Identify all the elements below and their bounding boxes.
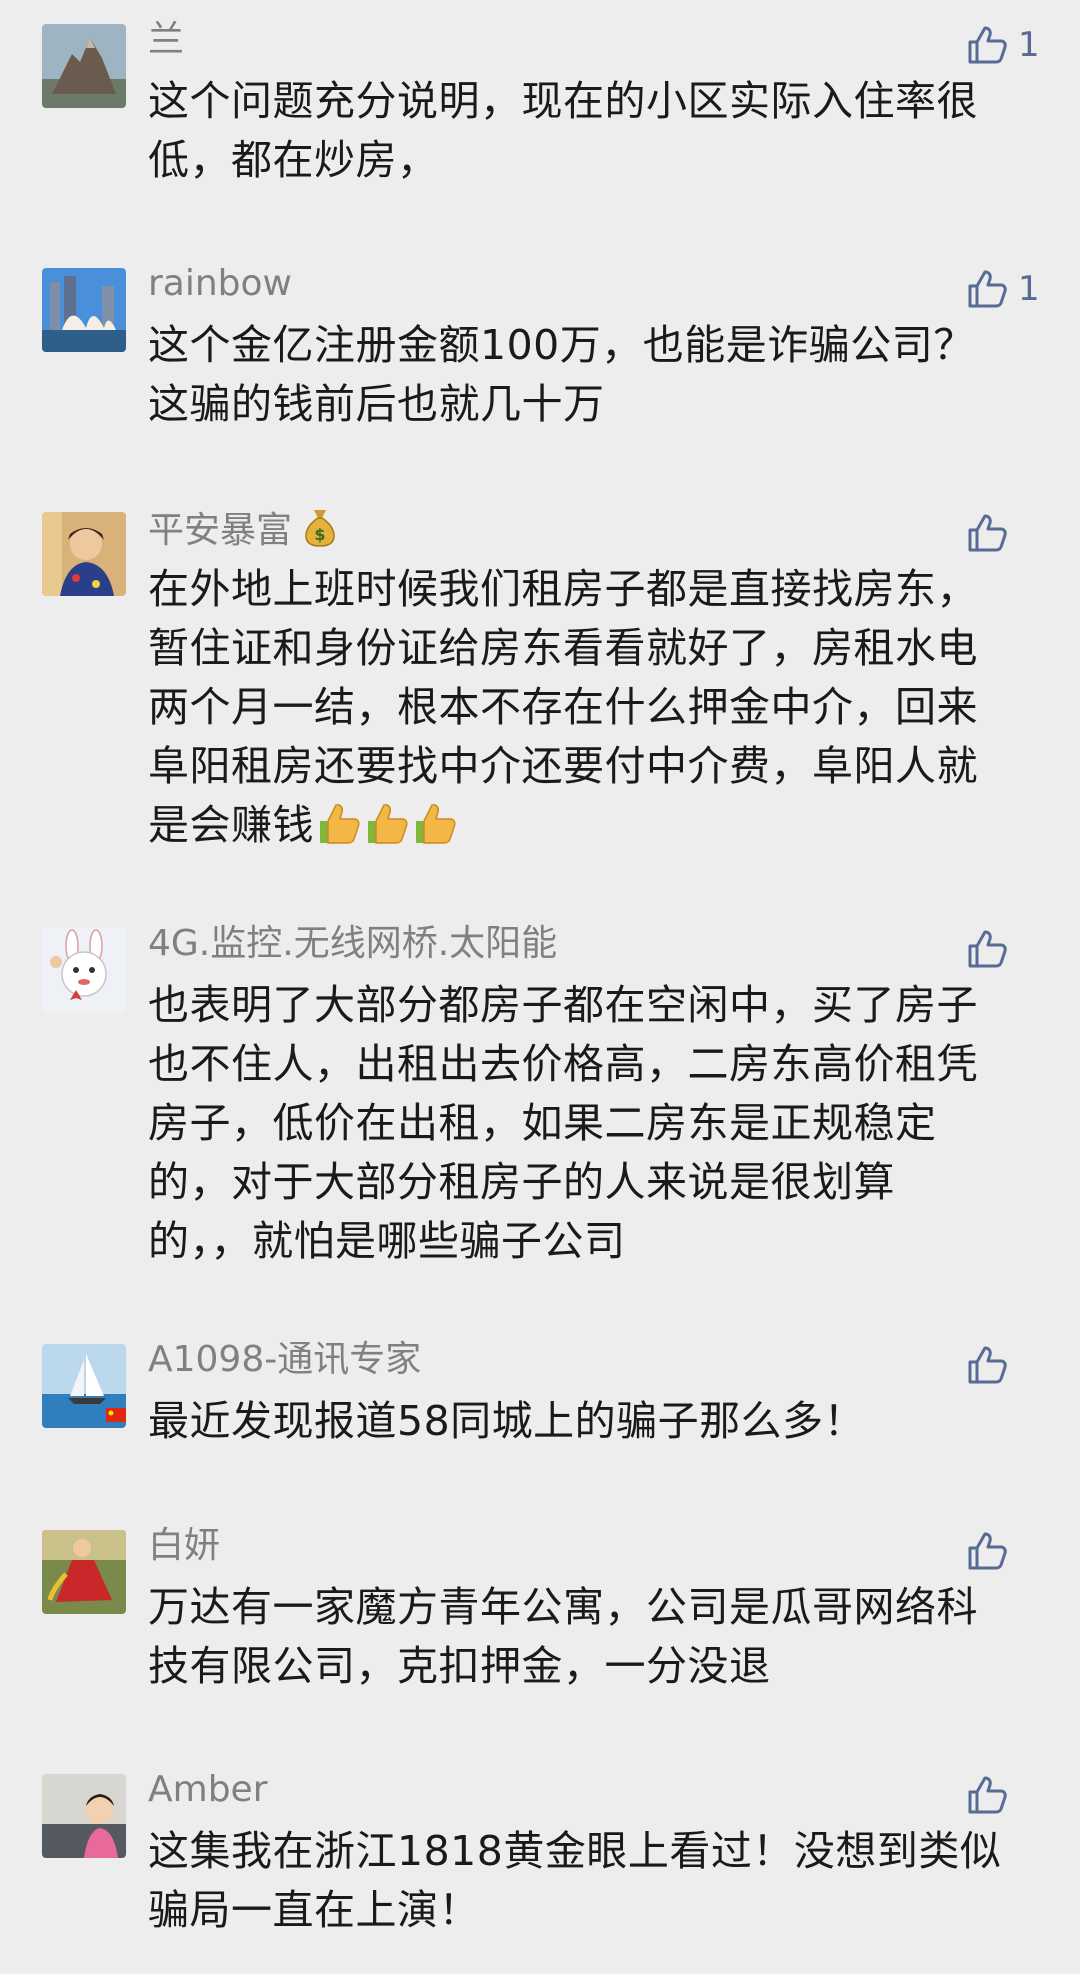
red-dress-avatar-icon[interactable] bbox=[42, 1530, 126, 1614]
content-line: 这个金亿注册金额100万，也能是诈骗公司？ bbox=[148, 321, 975, 369]
rabbit-avatar-icon[interactable] bbox=[42, 928, 126, 1012]
comment-nickname[interactable]: rainbow bbox=[148, 262, 292, 306]
content-line: 低，都在炒房， bbox=[148, 136, 439, 184]
like-button[interactable]: 1 bbox=[964, 22, 1040, 68]
comment-nickname[interactable]: Amber bbox=[148, 1768, 268, 1812]
like-button[interactable] bbox=[964, 510, 1008, 556]
sydney-opera-house-avatar-icon[interactable] bbox=[42, 268, 126, 352]
like-button[interactable] bbox=[964, 1342, 1008, 1388]
comment-content: 万达有一家魔方青年公寓，公司是瓜哥网络科 技有限公司，克扣押金，一分没退 bbox=[148, 1578, 1028, 1696]
thumbs-up-emoji-icon bbox=[362, 799, 410, 863]
content-line: 阜阳租房还要找中介还要付中介费，阜阳人就 bbox=[148, 742, 978, 790]
content-line: 在外地上班时候我们租房子都是直接找房东， bbox=[148, 565, 978, 613]
content-line: 这个问题充分说明，现在的小区实际入住率很 bbox=[148, 77, 978, 125]
sailboat-avatar-icon[interactable] bbox=[42, 1344, 126, 1428]
content-line: 最近发现报道58同城上的骗子那么多！ bbox=[148, 1397, 866, 1445]
comment-content: 也表明了大部分都房子都在空闲中，买了房子 也不住人，出租出去价格高，二房东高价租… bbox=[148, 976, 1028, 1271]
content-line: 这骗的钱前后也就几十万 bbox=[148, 380, 605, 428]
comment-content: 这个金亿注册金额100万，也能是诈骗公司？ 这骗的钱前后也就几十万 bbox=[148, 316, 1028, 434]
comment-nickname[interactable]: 白妍 bbox=[148, 1524, 220, 1568]
thumbs-up-icon bbox=[964, 511, 1008, 555]
thumbs-up-emoji-icon bbox=[410, 799, 458, 863]
thumbs-up-icon bbox=[964, 1343, 1008, 1387]
thumbs-up-icon bbox=[964, 1529, 1008, 1573]
comment-content: 这个问题充分说明，现在的小区实际入住率很 低，都在炒房， bbox=[148, 72, 1028, 190]
svg-text:$: $ bbox=[314, 525, 325, 544]
content-line: 暂住证和身份证给房东看看就好了，房租水电 bbox=[148, 624, 978, 672]
comment-content: 最近发现报道58同城上的骗子那么多！ bbox=[148, 1392, 1028, 1451]
like-button[interactable] bbox=[964, 1772, 1008, 1818]
mountain-avatar-icon[interactable] bbox=[42, 24, 126, 108]
content-line: 的，，就怕是哪些骗子公司 bbox=[148, 1217, 626, 1265]
comment-nickname[interactable]: 平安暴富 $ bbox=[148, 506, 338, 559]
content-line: 是会赚钱 bbox=[148, 796, 1028, 863]
content-line: 技有限公司，克扣押金，一分没退 bbox=[148, 1642, 771, 1690]
comment-content: 这集我在浙江1818黄金眼上看过！没想到类似 骗局一直在上演！ bbox=[148, 1822, 1028, 1940]
content-line: 的，对于大部分租房子的人来说是很划算 bbox=[148, 1158, 895, 1206]
like-count: 1 bbox=[1018, 25, 1040, 65]
content-line: 骗局一直在上演！ bbox=[148, 1886, 480, 1934]
thumbs-up-icon bbox=[964, 927, 1008, 971]
comment-nickname[interactable]: 4G.监控.无线网桥.太阳能 bbox=[148, 922, 557, 966]
nickname-text: 平安暴富 bbox=[148, 510, 293, 551]
comment-list: 兰 这个问题充分说明，现在的小区实际入住率很 低，都在炒房， 1 rainbow bbox=[0, 0, 1080, 1974]
like-button[interactable] bbox=[964, 1528, 1008, 1574]
content-line: 两个月一结，根本不存在什么押金中介，回来 bbox=[148, 683, 978, 731]
content-line: 也不住人，出租出去价格高，二房东高价租凭 bbox=[148, 1040, 978, 1088]
content-text: 是会赚钱 bbox=[148, 801, 314, 849]
thumbs-up-icon bbox=[964, 1773, 1008, 1817]
comment-nickname[interactable]: 兰 bbox=[148, 18, 184, 62]
comment-content: 在外地上班时候我们租房子都是直接找房东， 暂住证和身份证给房东看看就好了，房租水… bbox=[148, 560, 1028, 863]
like-button[interactable] bbox=[964, 926, 1008, 972]
thumbs-up-icon bbox=[964, 23, 1008, 67]
comment-nickname[interactable]: A1098-通讯专家 bbox=[148, 1338, 421, 1382]
thumbs-up-emoji-icon bbox=[314, 799, 362, 863]
thumbs-up-icon bbox=[964, 267, 1008, 311]
content-line: 房子，低价在出租，如果二房东是正规稳定 bbox=[148, 1099, 937, 1147]
content-line: 这集我在浙江1818黄金眼上看过！没想到类似 bbox=[148, 1827, 1002, 1875]
child-avatar-icon[interactable] bbox=[42, 1774, 126, 1858]
like-count: 1 bbox=[1018, 269, 1040, 309]
money-bag-icon: $ bbox=[302, 506, 338, 559]
content-line: 也表明了大部分都房子都在空闲中，买了房子 bbox=[148, 981, 978, 1029]
content-line: 万达有一家魔方青年公寓，公司是瓜哥网络科 bbox=[148, 1583, 978, 1631]
portrait-avatar-icon[interactable] bbox=[42, 512, 126, 596]
like-button[interactable]: 1 bbox=[964, 266, 1040, 312]
